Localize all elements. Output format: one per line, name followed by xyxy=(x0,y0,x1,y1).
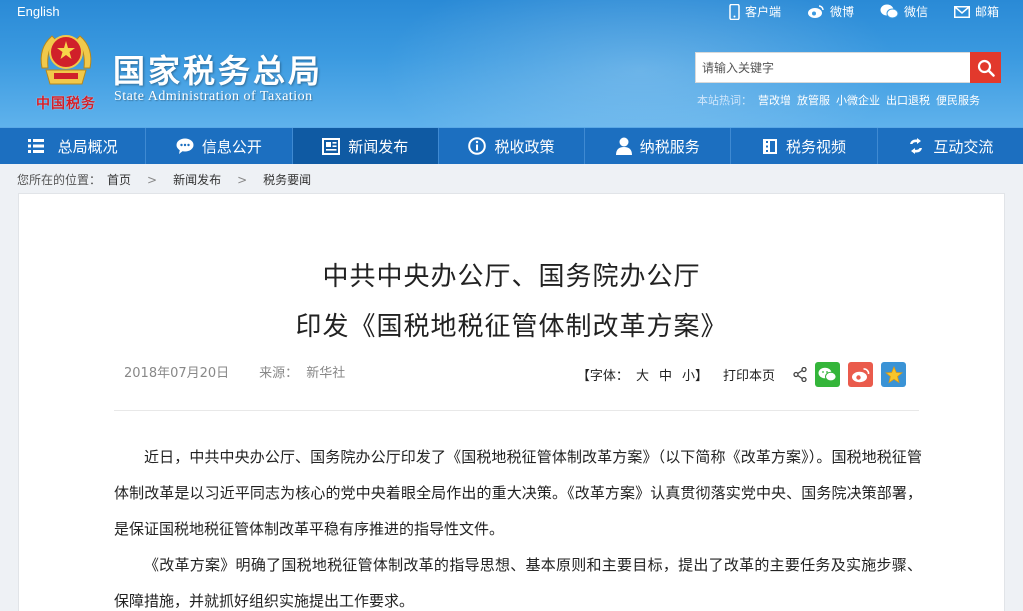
nav-item-label: 纳税服务 xyxy=(639,137,700,156)
english-link[interactable]: English xyxy=(17,4,60,19)
nav-item-tax-video[interactable]: 税务视频 xyxy=(731,128,878,164)
wechat-icon xyxy=(818,367,837,382)
nav-item-label: 税收政策 xyxy=(494,137,555,156)
breadcrumb: 您所在的位置： 首页 > 新闻发布 > 税务要闻 xyxy=(17,171,311,188)
article-body: 近日，中共中央办公厅、国务院办公厅印发了《国税地税征管体制改革方案》（以下简称《… xyxy=(114,439,922,611)
search-box xyxy=(695,52,1001,83)
hot-word[interactable]: 营改增 xyxy=(758,92,791,108)
speech-bubble-icon xyxy=(176,138,194,154)
search-icon xyxy=(977,59,995,77)
mail-link[interactable]: 邮箱 xyxy=(953,3,999,20)
mobile-icon xyxy=(729,3,740,20)
newspaper-icon xyxy=(322,137,341,155)
search-button[interactable] xyxy=(970,52,1001,83)
nav-item-tax-service[interactable]: 纳税服务 xyxy=(585,128,732,164)
tax-emblem-logo[interactable] xyxy=(34,28,98,90)
nav-item-label: 新闻发布 xyxy=(348,137,409,156)
wechat-link-label: 微信 xyxy=(903,5,928,19)
hot-words: 本站热词： 营改增 放管服 小微企业 出口退税 便民服务 xyxy=(697,92,980,108)
hot-word[interactable]: 便民服务 xyxy=(936,92,980,108)
site-name[interactable]: 国家税务总局 xyxy=(113,46,323,92)
article-panel: 中共中央办公厅、国务院办公厅 印发《国税地税征管体制改革方案》 2018年07月… xyxy=(18,193,1005,611)
article-paragraph: 《改革方案》明确了国税地税征管体制改革的指导思想、基本原则和主要目标，提出了改革… xyxy=(114,556,922,610)
article-source: 新华社 xyxy=(306,366,346,381)
nav-item-interaction[interactable]: 互动交流 xyxy=(878,128,1023,164)
article-tools: 【字体： 大 中 小】 打印本页 xyxy=(577,362,906,387)
client-link-label: 客户端 xyxy=(744,5,781,19)
breadcrumb-separator: > xyxy=(147,172,158,187)
hot-word[interactable]: 出口退税 xyxy=(886,92,930,108)
exchange-icon xyxy=(910,138,923,154)
article-title-line1: 中共中央办公厅、国务院办公厅 xyxy=(322,262,701,292)
video-icon xyxy=(763,138,778,154)
seal-text: 中国税务 xyxy=(36,96,96,112)
font-size-medium[interactable]: 中 xyxy=(659,365,672,384)
star-icon xyxy=(884,365,903,383)
nav-item-label: 税务视频 xyxy=(786,137,847,156)
breadcrumb-item-home[interactable]: 首页 xyxy=(107,171,131,188)
weibo-icon xyxy=(852,367,870,382)
article-meta: 2018年07月20日 来源： 新华社 xyxy=(124,362,345,381)
hot-words-label: 本站热词： xyxy=(697,94,752,107)
hot-word[interactable]: 放管服 xyxy=(797,92,830,108)
nav-item-info-disclosure[interactable]: 信息公开 xyxy=(146,128,293,164)
site-header: English 客户端 微博 微信 邮箱 中国税务 国家税务总局 State A… xyxy=(0,0,1023,127)
share-wechat-button[interactable] xyxy=(815,362,840,387)
top-links: 客户端 微博 微信 邮箱 xyxy=(729,3,999,20)
wechat-icon xyxy=(880,4,899,19)
weibo-link[interactable]: 微博 xyxy=(807,3,854,20)
nav-item-overview[interactable]: 总局概况 xyxy=(0,128,147,164)
breadcrumb-item-tax-news[interactable]: 税务要闻 xyxy=(263,171,311,188)
nav-item-news[interactable]: 新闻发布 xyxy=(292,128,439,164)
weibo-link-label: 微博 xyxy=(829,5,854,19)
wechat-link[interactable]: 微信 xyxy=(880,3,928,20)
font-size-large[interactable]: 大 xyxy=(636,365,649,384)
mail-link-label: 邮箱 xyxy=(974,5,999,19)
mail-icon xyxy=(953,5,970,18)
hot-word[interactable]: 小微企业 xyxy=(836,92,880,108)
article-paragraph: 近日，中共中央办公厅、国务院办公厅印发了《国税地税征管体制改革方案》（以下简称《… xyxy=(114,448,922,538)
article-date: 2018年07月20日 xyxy=(124,366,230,381)
share-weibo-button[interactable] xyxy=(848,362,873,387)
site-name-en: State Administration of Taxation xyxy=(114,89,313,104)
client-link[interactable]: 客户端 xyxy=(729,3,781,20)
share-icon[interactable] xyxy=(793,367,807,382)
nav-item-tax-policy[interactable]: 税收政策 xyxy=(439,128,586,164)
meta-divider xyxy=(114,410,919,411)
article-source-label: 来源： xyxy=(259,366,299,381)
nav-item-label: 互动交流 xyxy=(933,137,994,156)
nav-item-label: 信息公开 xyxy=(201,137,262,156)
breadcrumb-prefix: 您所在的位置： xyxy=(17,173,102,187)
person-icon xyxy=(615,137,632,155)
search-input[interactable] xyxy=(695,52,970,83)
print-button[interactable]: 打印本页 xyxy=(723,365,775,384)
share-qzone-button[interactable] xyxy=(881,362,906,387)
article-title-line2: 印发《国税地税征管体制改革方案》 xyxy=(295,312,728,342)
breadcrumb-item-news[interactable]: 新闻发布 xyxy=(173,171,221,188)
nav-item-label: 总局概况 xyxy=(57,137,118,156)
font-size-small[interactable]: 小】 xyxy=(682,365,708,384)
weibo-icon xyxy=(807,5,824,18)
font-size-label: 【字体： xyxy=(576,369,629,384)
menu-icon xyxy=(27,139,44,153)
breadcrumb-separator: > xyxy=(237,172,248,187)
info-icon xyxy=(468,137,487,155)
main-nav: 总局概况 信息公开 新闻发布 税收政策 纳税服务 税务视频 互动交流 xyxy=(0,127,1023,164)
